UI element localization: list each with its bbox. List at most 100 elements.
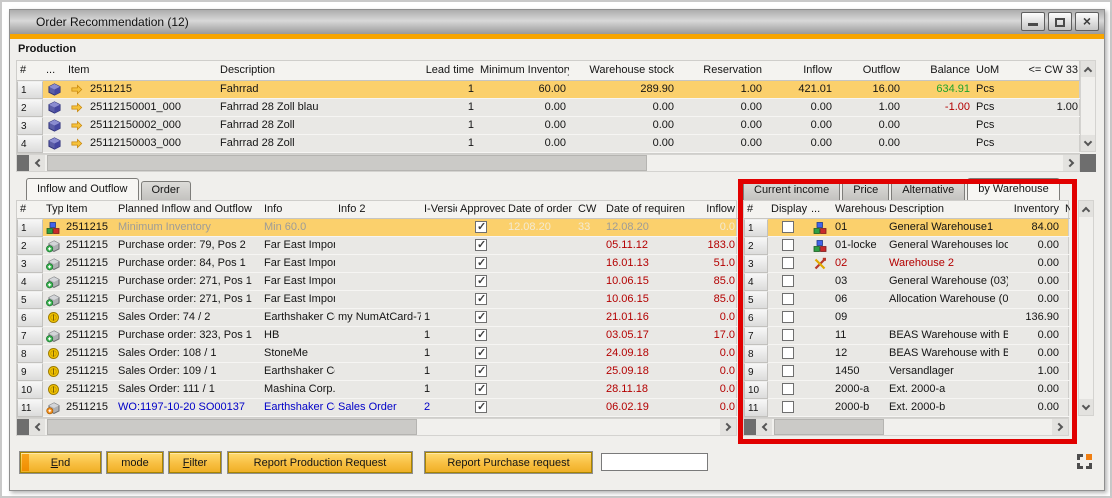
table-row[interactable]: 302Warehouse 20.00	[744, 255, 1068, 273]
approved-checkbox[interactable]	[475, 329, 487, 341]
scrollbar-corner[interactable]	[1080, 154, 1096, 172]
row-number[interactable]: 10	[17, 381, 43, 399]
scroll-right-icon[interactable]	[1063, 155, 1079, 171]
warehouse-vertical-scrollbar[interactable]	[1078, 200, 1094, 416]
row-number[interactable]: 6	[17, 309, 43, 327]
column-header[interactable]: Inflow	[685, 201, 738, 219]
maximize-button[interactable]	[1048, 12, 1072, 31]
row-number[interactable]: 4	[744, 273, 768, 291]
table-row[interactable]: 102000-aExt. 2000-a0.00	[744, 381, 1068, 399]
table-row[interactable]: 52511215Purchase order: 271, Pos 1Far Ea…	[17, 291, 736, 309]
display-checkbox[interactable]	[782, 221, 794, 233]
table-row[interactable]: 91450Versandlager1.00	[744, 363, 1068, 381]
tab-order[interactable]: Order	[141, 181, 191, 200]
table-row[interactable]: 225112150001_000Fahrrad 28 Zoll blau10.0…	[17, 99, 1079, 117]
table-row[interactable]: 506Allocation Warehouse (06)0.00	[744, 291, 1068, 309]
display-checkbox[interactable]	[782, 239, 794, 251]
display-checkbox[interactable]	[782, 293, 794, 305]
approved-checkbox[interactable]	[475, 257, 487, 269]
column-header[interactable]: Balance	[903, 61, 973, 81]
row-number[interactable]: 1	[17, 81, 43, 99]
row-number[interactable]: 2	[744, 237, 768, 255]
end-button[interactable]: End	[20, 452, 101, 473]
table-row[interactable]: 112000-bExt. 2000-b0.00	[744, 399, 1068, 417]
tab-by-warehouse[interactable]: by Warehouse	[967, 178, 1060, 200]
column-header[interactable]: #	[744, 201, 768, 219]
inflow-outflow-horizontal-scrollbar[interactable]	[16, 418, 737, 436]
column-header[interactable]: Outflow	[835, 61, 903, 81]
column-header[interactable]: #	[17, 201, 43, 219]
column-header[interactable]: Info	[261, 201, 335, 219]
display-checkbox[interactable]	[782, 257, 794, 269]
tab-alternative[interactable]: Alternative	[891, 181, 965, 200]
display-checkbox[interactable]	[782, 401, 794, 413]
column-header[interactable]: <= CW 33	[1011, 61, 1081, 81]
row-number[interactable]: 3	[17, 255, 43, 273]
resize-grip-icon[interactable]	[1074, 451, 1094, 471]
row-number[interactable]: 11	[17, 399, 43, 417]
table-row[interactable]: 403General Warehouse (03)0.00	[744, 273, 1068, 291]
row-number[interactable]: 4	[17, 135, 43, 153]
column-header[interactable]: Item	[65, 61, 217, 81]
row-number[interactable]: 3	[17, 117, 43, 135]
column-header[interactable]: Inventory	[1008, 201, 1062, 219]
column-header[interactable]: Date of order	[505, 201, 575, 219]
column-header[interactable]: Description	[886, 201, 1008, 219]
row-number[interactable]: 6	[744, 309, 768, 327]
row-number[interactable]: 8	[744, 345, 768, 363]
scrollbar-thumb[interactable]	[774, 419, 884, 435]
row-number[interactable]: 1	[744, 219, 768, 237]
tab-current-income[interactable]: Current income	[743, 181, 840, 200]
column-header[interactable]: I-Version	[421, 201, 457, 219]
approved-checkbox[interactable]	[475, 347, 487, 359]
filter-button[interactable]: Filter	[169, 452, 221, 473]
row-number[interactable]: 4	[17, 273, 43, 291]
column-header[interactable]: Display	[768, 201, 808, 219]
row-number[interactable]: 5	[744, 291, 768, 309]
table-row[interactable]: 711BEAS Warehouse with Bin0.00	[744, 327, 1068, 345]
approved-checkbox[interactable]	[475, 311, 487, 323]
display-checkbox[interactable]	[782, 275, 794, 287]
title-bar[interactable]: Order Recommendation (12) ×	[10, 10, 1104, 34]
table-row[interactable]: 22511215Purchase order: 79, Pos 2Far Eas…	[17, 237, 736, 255]
table-row[interactable]: 42511215Purchase order: 271, Pos 1Far Ea…	[17, 273, 736, 291]
table-row[interactable]: 112511215WO:1197-10-20 SO00137Earthshake…	[17, 399, 736, 417]
column-header[interactable]: N	[1062, 201, 1070, 219]
approved-checkbox[interactable]	[475, 365, 487, 377]
warehouse-horizontal-scrollbar[interactable]	[743, 418, 1069, 436]
scroll-left-icon[interactable]	[29, 155, 45, 171]
table-row[interactable]: 325112150002_000Fahrrad 28 Zoll10.000.00…	[17, 117, 1079, 135]
table-row[interactable]: 92511215Sales Order: 109 / 1Earthshaker …	[17, 363, 736, 381]
close-button[interactable]: ×	[1075, 12, 1099, 31]
column-header[interactable]: Reservation	[677, 61, 765, 81]
row-number[interactable]: 7	[17, 327, 43, 345]
column-header[interactable]: Info 2	[335, 201, 421, 219]
table-row[interactable]: 101General Warehouse184.00	[744, 219, 1068, 237]
row-number[interactable]: 1	[17, 219, 43, 237]
column-header[interactable]: Typ	[43, 201, 63, 219]
row-number[interactable]: 10	[744, 381, 768, 399]
column-header[interactable]: ...	[808, 201, 832, 219]
production-vertical-scrollbar[interactable]	[1080, 60, 1096, 152]
table-row[interactable]: 201-lockeGeneral Warehouses locke0.00	[744, 237, 1068, 255]
column-header[interactable]: ...	[43, 61, 65, 81]
table-row[interactable]: 72511215Purchase order: 323, Pos 1HB103.…	[17, 327, 736, 345]
scrollbar-corner[interactable]	[17, 155, 29, 171]
report-purchase-request-button[interactable]: Report Purchase request	[425, 452, 592, 473]
row-number[interactable]: 2	[17, 99, 43, 117]
row-number[interactable]: 9	[17, 363, 43, 381]
column-header[interactable]: Item	[63, 201, 115, 219]
table-row[interactable]: 12511215Minimum InventoryMin 60.012.08.2…	[17, 219, 736, 237]
scrollbar-thumb[interactable]	[47, 155, 647, 171]
scroll-right-icon[interactable]	[1052, 419, 1068, 435]
scrollbar-thumb[interactable]	[47, 419, 417, 435]
scroll-up-icon[interactable]	[1081, 61, 1095, 77]
table-row[interactable]: 425112150003_000Fahrrad 28 Zoll10.000.00…	[17, 135, 1079, 153]
column-header[interactable]: Warehouse	[832, 201, 886, 219]
scroll-left-icon[interactable]	[756, 419, 772, 435]
row-number[interactable]: 9	[744, 363, 768, 381]
scroll-up-icon[interactable]	[1079, 201, 1093, 217]
column-header[interactable]: Date of requiren	[603, 201, 685, 219]
column-header[interactable]: Warehouse stock	[569, 61, 677, 81]
scroll-down-icon[interactable]	[1079, 399, 1093, 415]
